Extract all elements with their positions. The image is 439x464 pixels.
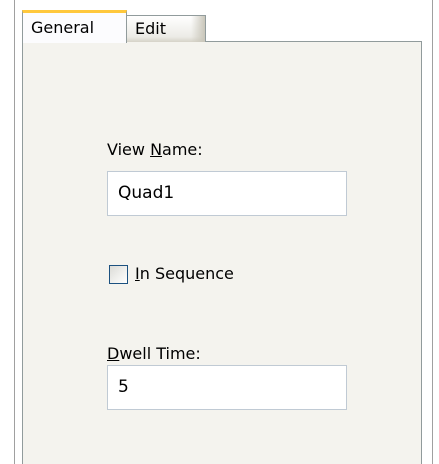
view-name-label-rest: ame: <box>162 140 203 159</box>
frame-border-right <box>432 0 433 464</box>
dialog-frame: General Edit View Name: Quad1 In Sequenc… <box>0 0 439 464</box>
view-name-label: View Name: <box>107 140 203 159</box>
tab-edit[interactable]: Edit <box>126 15 206 42</box>
in-sequence-checkbox[interactable] <box>109 265 128 284</box>
tab-general[interactable]: General <box>22 10 127 43</box>
dwell-time-label: Dwell Time: <box>107 344 201 363</box>
dwell-time-input[interactable]: 5 <box>107 365 347 410</box>
dwell-time-value: 5 <box>118 377 129 397</box>
view-name-input[interactable]: Quad1 <box>107 171 347 216</box>
view-name-label-prefix: View <box>107 140 151 159</box>
view-name-value: Quad1 <box>118 183 175 203</box>
view-name-label-accel: N <box>150 140 163 159</box>
in-sequence-label[interactable]: In Sequence <box>135 264 234 283</box>
in-sequence-label-rest: n Sequence <box>139 264 234 283</box>
dwell-time-label-accel: D <box>107 344 120 363</box>
tab-edit-label: Edit <box>135 19 166 38</box>
dwell-time-label-rest: well Time: <box>119 344 201 363</box>
tab-general-label: General <box>31 18 95 37</box>
frame-border-left <box>14 0 15 464</box>
